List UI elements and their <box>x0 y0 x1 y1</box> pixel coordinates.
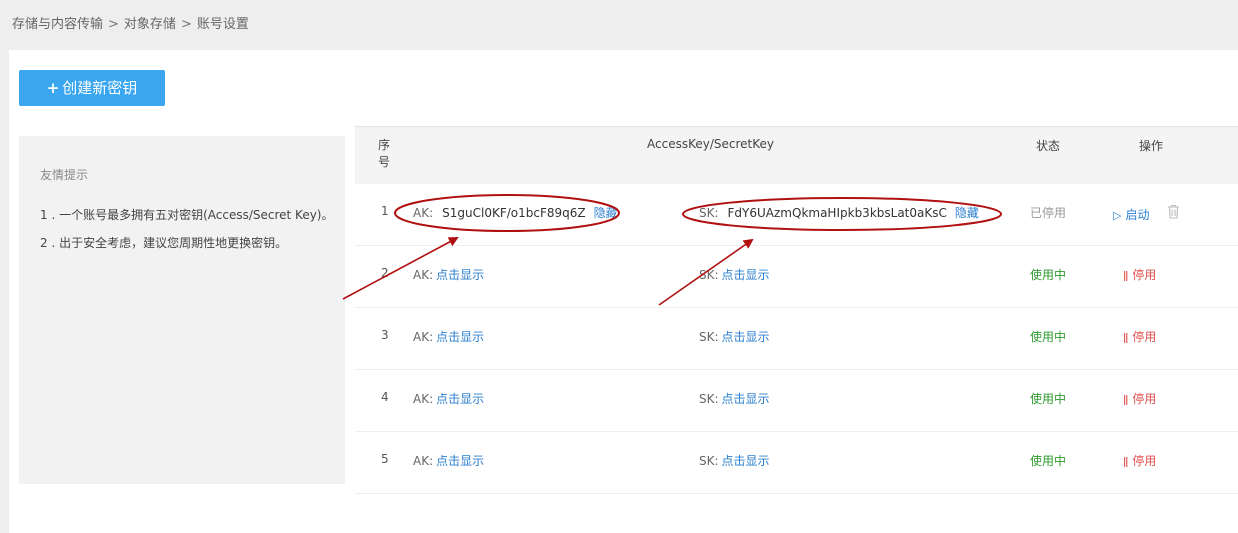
status-badge: 使用中 <box>1030 330 1067 344</box>
row-index: 3 <box>381 328 389 342</box>
create-key-label: 创建新密钥 <box>62 79 138 97</box>
ak-label: AK: <box>413 330 434 344</box>
tips-title: 友情提示 <box>40 168 89 182</box>
row-index: 1 <box>381 204 389 218</box>
stop-label: 停用 <box>1132 330 1157 344</box>
breadcrumb: 存储与内容传输 > 对象存储 > 账号设置 <box>12 13 249 32</box>
breadcrumb-item-object-storage[interactable]: 对象存储 <box>124 17 176 32</box>
sk-label: SK: <box>699 392 719 406</box>
ak-label: AK: <box>413 454 434 468</box>
ak-cell: AK: 点击显示 <box>413 328 484 345</box>
ak-cell: AK: S1guCl0KF/o1bcF89q6Z 隐藏 <box>413 204 618 221</box>
header-key: AccessKey/SecretKey <box>647 137 774 151</box>
breadcrumb-item-account-settings: 账号设置 <box>196 17 249 32</box>
operation-cell: ǁ 停用 <box>1123 328 1156 345</box>
sk-label: SK: <box>699 268 719 282</box>
table-row: 1 AK: S1guCl0KF/o1bcF89q6Z 隐藏 SK: FdY6UAzmQ… <box>355 184 1238 246</box>
ak-label: AK: <box>413 392 434 406</box>
sk-cell: SK: 点击显示 <box>699 328 770 345</box>
left-strip <box>0 50 9 533</box>
row-index: 2 <box>381 266 389 280</box>
pause-icon: ǁ <box>1123 455 1129 468</box>
sk-cell: SK: FdY6UAzmQkmaHIpkb3kbsLat0aKsC 隐藏 <box>699 204 979 221</box>
ak-label: AK: <box>413 268 434 282</box>
ak-label: AK: <box>413 206 434 220</box>
sk-label: SK: <box>699 206 719 220</box>
sk-show-link[interactable]: 点击显示 <box>722 454 770 468</box>
plus-icon: + <box>46 79 60 97</box>
table-header: 序号 AccessKey/SecretKey 状态 操作 <box>355 126 1238 184</box>
pause-icon: ǁ <box>1123 393 1129 406</box>
stop-button[interactable]: ǁ 停用 <box>1123 268 1156 282</box>
table-row: 5 AK: 点击显示 SK: 点击显示 使用中 ǁ 停用 <box>355 432 1238 494</box>
breadcrumb-separator: > <box>180 17 192 32</box>
ak-show-link[interactable]: 点击显示 <box>436 392 484 406</box>
stop-label: 停用 <box>1132 454 1157 468</box>
stop-button[interactable]: ǁ 停用 <box>1123 454 1156 468</box>
header-status: 状态 <box>1036 139 1061 153</box>
trash-icon[interactable] <box>1167 204 1180 223</box>
tip-item: 2 . 出于安全考虑，建议您周期性地更换密钥。 <box>40 236 288 250</box>
status-badge: 使用中 <box>1030 392 1067 406</box>
table-row: 4 AK: 点击显示 SK: 点击显示 使用中 ǁ 停用 <box>355 370 1238 432</box>
sk-cell: SK: 点击显示 <box>699 452 770 469</box>
status-badge: 已停用 <box>1030 206 1067 220</box>
tips-list: 1 . 一个账号最多拥有五对密钥(Access/Secret Key)。 2 .… <box>40 201 334 257</box>
pause-icon: ǁ <box>1123 269 1129 282</box>
ak-show-link[interactable]: 点击显示 <box>436 330 484 344</box>
ak-cell: AK: 点击显示 <box>413 452 484 469</box>
ak-show-link[interactable]: 点击显示 <box>436 454 484 468</box>
sk-label: SK: <box>699 454 719 468</box>
sk-hide-link[interactable]: 隐藏 <box>955 206 979 220</box>
stop-button[interactable]: ǁ 停用 <box>1123 392 1156 406</box>
sk-show-link[interactable]: 点击显示 <box>722 392 770 406</box>
stop-button[interactable]: ǁ 停用 <box>1123 330 1156 344</box>
table-row: 3 AK: 点击显示 SK: 点击显示 使用中 ǁ 停用 <box>355 308 1238 370</box>
breadcrumb-item-storage[interactable]: 存储与内容传输 <box>12 17 103 32</box>
sk-show-link[interactable]: 点击显示 <box>722 268 770 282</box>
operation-cell: ▷ 启动 <box>1113 204 1180 223</box>
tips-panel: 友情提示 1 . 一个账号最多拥有五对密钥(Access/Secret Key)… <box>19 136 345 484</box>
create-key-button[interactable]: + 创建新密钥 <box>19 70 165 106</box>
top-bar: 存储与内容传输 > 对象存储 > 账号设置 <box>0 0 1238 50</box>
start-label: 启动 <box>1125 208 1150 222</box>
status-badge: 使用中 <box>1030 454 1067 468</box>
tip-item: 1 . 一个账号最多拥有五对密钥(Access/Secret Key)。 <box>40 208 334 222</box>
row-index: 4 <box>381 390 389 404</box>
ak-cell: AK: 点击显示 <box>413 390 484 407</box>
breadcrumb-separator: > <box>108 17 119 32</box>
play-icon: ▷ <box>1113 209 1122 222</box>
table-row: 2 AK: 点击显示 SK: 点击显示 使用中 ǁ 停用 <box>355 246 1238 308</box>
sk-label: SK: <box>699 330 719 344</box>
status-badge: 使用中 <box>1030 268 1067 282</box>
sk-cell: SK: 点击显示 <box>699 390 770 407</box>
operation-cell: ǁ 停用 <box>1123 452 1156 469</box>
ak-hide-link[interactable]: 隐藏 <box>594 206 618 220</box>
keys-table: 序号 AccessKey/SecretKey 状态 操作 1 AK: S1guCl… <box>355 126 1238 494</box>
operation-cell: ǁ 停用 <box>1123 266 1156 283</box>
ak-cell: AK: 点击显示 <box>413 266 484 283</box>
sk-cell: SK: 点击显示 <box>699 266 770 283</box>
sk-value: FdY6UAzmQkmaHIpkb3kbsLat0aKsC <box>727 206 947 220</box>
ak-show-link[interactable]: 点击显示 <box>436 268 484 282</box>
header-operation: 操作 <box>1139 139 1164 153</box>
start-button[interactable]: ▷ 启动 <box>1113 208 1149 222</box>
operation-cell: ǁ 停用 <box>1123 390 1156 407</box>
stop-label: 停用 <box>1132 392 1157 406</box>
ak-value: S1guCl0KF/o1bcF89q6Z <box>442 206 586 220</box>
stop-label: 停用 <box>1132 268 1157 282</box>
pause-icon: ǁ <box>1123 331 1129 344</box>
header-index: 序号 <box>378 138 391 169</box>
row-index: 5 <box>381 452 389 466</box>
sk-show-link[interactable]: 点击显示 <box>722 330 770 344</box>
